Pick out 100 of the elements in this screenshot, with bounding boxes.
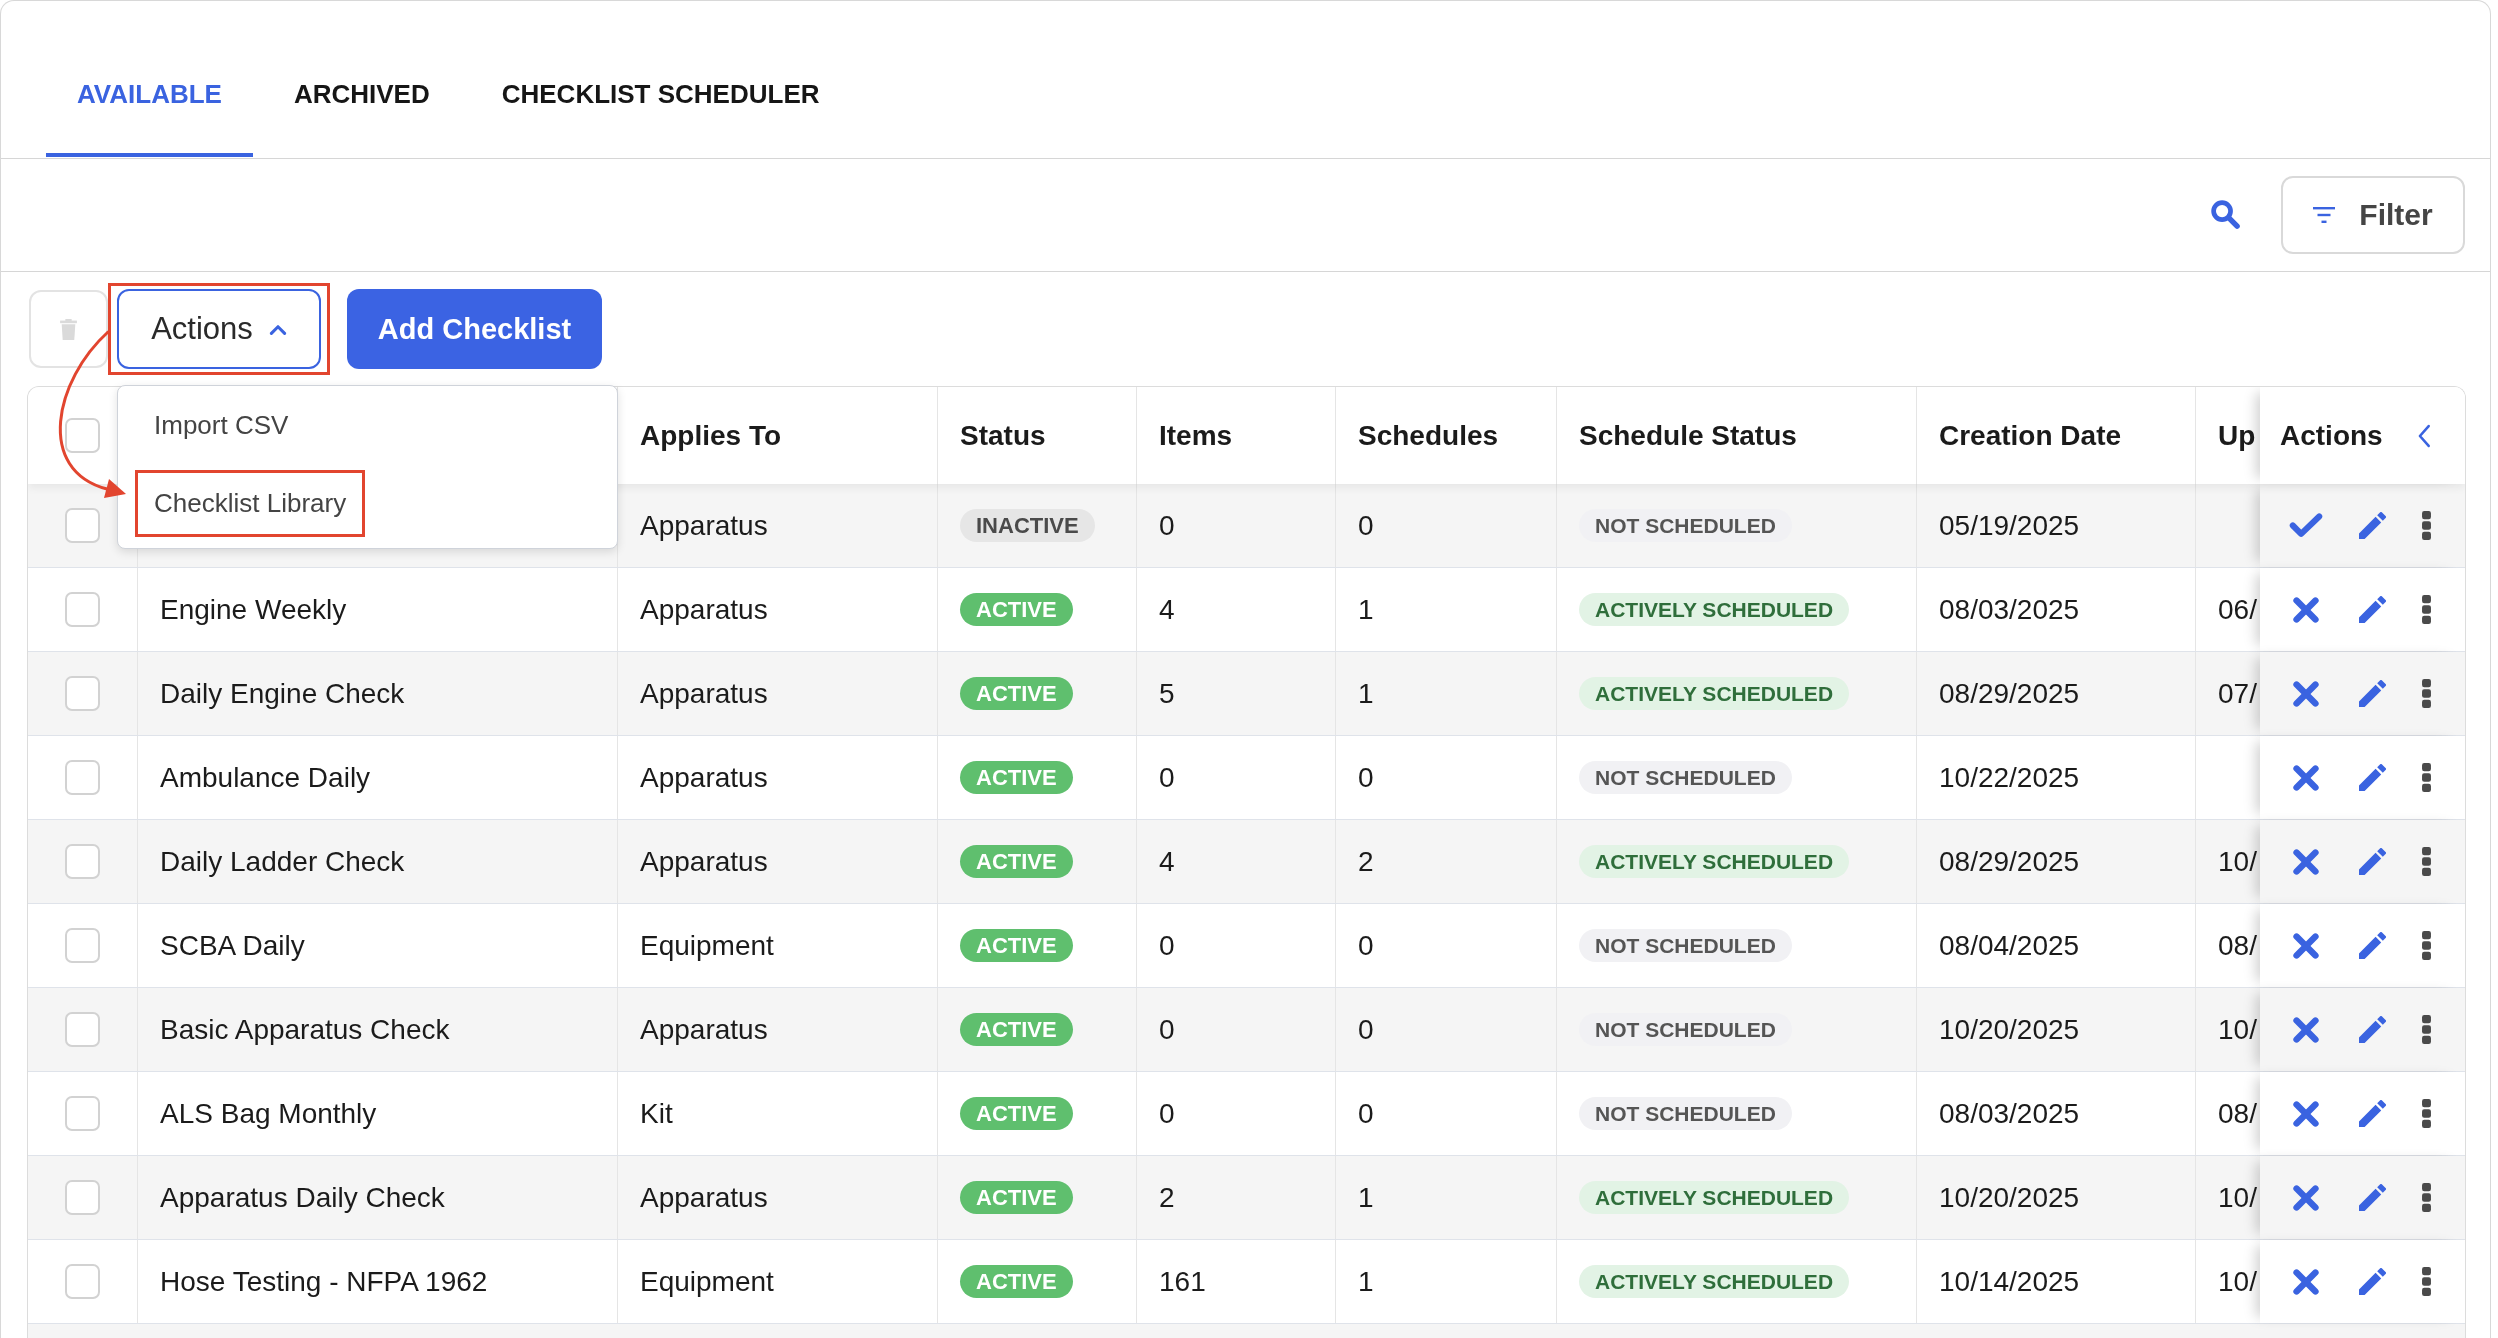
status-badge: ACTIVE xyxy=(960,845,1073,878)
row-checkbox[interactable] xyxy=(65,1012,100,1047)
schedule-status-badge: NOT SCHEDULED xyxy=(1579,1013,1792,1046)
schedule-status-badge: NOT SCHEDULED xyxy=(1579,929,1792,962)
cross-icon[interactable] xyxy=(2293,1268,2319,1295)
tab[interactable]: AVAILABLE xyxy=(46,1,253,157)
pencil-icon[interactable] xyxy=(2359,680,2386,707)
table-cell: Hose Testing - NFPA 1962 xyxy=(160,1265,488,1298)
status-badge: ACTIVE xyxy=(960,1013,1073,1046)
dots-vertical-icon[interactable] xyxy=(2422,595,2431,624)
filter-button[interactable]: Filter xyxy=(2281,176,2465,254)
row-checkbox[interactable] xyxy=(65,508,100,543)
dots-vertical-icon[interactable] xyxy=(2422,847,2431,876)
menu-item[interactable]: Import CSV xyxy=(135,392,308,459)
table-cell: Apparatus xyxy=(640,1181,768,1214)
pencil-icon[interactable] xyxy=(2359,512,2386,539)
table-cell: Kit xyxy=(640,1097,673,1130)
schedule-status-badge: ACTIVELY SCHEDULED xyxy=(1579,677,1850,710)
table-cell: Apparatus xyxy=(640,677,768,710)
cross-icon[interactable] xyxy=(2293,932,2319,959)
row-checkbox[interactable] xyxy=(65,1264,100,1299)
table-cell: 10/ xyxy=(2218,1013,2257,1046)
table-cell: 4 xyxy=(1159,845,1175,878)
cross-icon[interactable] xyxy=(2293,596,2319,623)
check-icon[interactable] xyxy=(2289,513,2323,538)
trash-icon xyxy=(60,318,77,340)
dots-vertical-icon[interactable] xyxy=(2422,511,2431,540)
row-checkbox[interactable] xyxy=(65,1096,100,1131)
tab[interactable]: CHECKLIST SCHEDULER xyxy=(470,1,851,157)
chevron-left-icon[interactable] xyxy=(2417,423,2431,448)
column-header: Up xyxy=(2218,419,2256,452)
cross-icon[interactable] xyxy=(2293,848,2319,875)
actions-button[interactable]: Actions xyxy=(117,289,321,369)
pencil-icon[interactable] xyxy=(2359,1184,2386,1211)
dots-vertical-icon[interactable] xyxy=(2422,931,2431,960)
row-checkbox[interactable] xyxy=(65,844,100,879)
status-badge: ACTIVE xyxy=(960,929,1073,962)
cross-icon[interactable] xyxy=(2293,1016,2319,1043)
status-badge: ACTIVE xyxy=(960,593,1073,626)
table-cell: 08/ xyxy=(2218,1097,2257,1130)
table-cell: 2 xyxy=(1159,1181,1175,1214)
row-checkbox[interactable] xyxy=(65,592,100,627)
cross-icon[interactable] xyxy=(2293,1184,2319,1211)
table-cell: 161 xyxy=(1159,1265,1206,1298)
table-cell: 0 xyxy=(1358,1097,1374,1130)
cross-icon[interactable] xyxy=(2293,764,2319,791)
column-header: Schedule Status xyxy=(1579,419,1797,452)
table-cell: 10/ xyxy=(2218,1181,2257,1214)
add-checklist-button[interactable]: Add Checklist xyxy=(347,289,602,369)
row-checkbox[interactable] xyxy=(65,676,100,711)
table-cell: 0 xyxy=(1358,761,1374,794)
column-header: Applies To xyxy=(640,419,782,452)
table-cell: Daily Ladder Check xyxy=(160,845,405,878)
dots-vertical-icon[interactable] xyxy=(2422,1015,2431,1044)
pencil-icon[interactable] xyxy=(2359,1100,2386,1127)
column-header: Creation Date xyxy=(1939,419,2122,452)
table-cell: 10/ xyxy=(2218,845,2257,878)
menu-item[interactable]: Checklist Library xyxy=(135,470,366,537)
table-cell: 0 xyxy=(1159,509,1175,542)
select-all-checkbox[interactable] xyxy=(65,418,100,453)
table-cell: 0 xyxy=(1358,929,1374,962)
row-checkbox[interactable] xyxy=(65,1180,100,1215)
dots-vertical-icon[interactable] xyxy=(2422,1267,2431,1296)
pencil-icon[interactable] xyxy=(2359,848,2386,875)
column-header: Items xyxy=(1159,419,1233,452)
schedule-status-badge: NOT SCHEDULED xyxy=(1579,1097,1792,1130)
schedule-status-badge: NOT SCHEDULED xyxy=(1579,509,1792,542)
tab[interactable]: ARCHIVED xyxy=(262,1,461,157)
cross-icon[interactable] xyxy=(2293,680,2319,707)
pencil-icon[interactable] xyxy=(2359,1268,2386,1295)
table-cell: 1 xyxy=(1358,1265,1374,1298)
pencil-icon[interactable] xyxy=(2359,932,2386,959)
table-cell: 1 xyxy=(1358,1181,1374,1214)
schedule-status-badge: ACTIVELY SCHEDULED xyxy=(1579,1181,1850,1214)
table-cell: 06/ xyxy=(2218,593,2257,626)
row-checkbox[interactable] xyxy=(65,928,100,963)
dots-vertical-icon[interactable] xyxy=(2422,679,2431,708)
table-cell: 10/20/2025 xyxy=(1939,1181,2080,1214)
table-cell: 2 xyxy=(1358,845,1374,878)
row-checkbox[interactable] xyxy=(65,760,100,795)
table-cell: Engine Weekly xyxy=(160,593,347,626)
table-cell: Apparatus Daily Check xyxy=(160,1181,445,1214)
dots-vertical-icon[interactable] xyxy=(2422,1099,2431,1128)
table-cell: Apparatus xyxy=(640,845,768,878)
status-badge: INACTIVE xyxy=(960,509,1095,542)
schedule-status-badge: NOT SCHEDULED xyxy=(1579,761,1792,794)
table-cell: Ambulance Daily xyxy=(160,761,371,794)
table-cell: 08/ xyxy=(2218,929,2257,962)
table-cell: ALS Bag Monthly xyxy=(160,1097,377,1130)
pencil-icon[interactable] xyxy=(2359,764,2386,791)
search-icon[interactable] xyxy=(2211,200,2241,230)
column-header: Schedules xyxy=(1358,419,1499,452)
table-cell: 1 xyxy=(1358,593,1374,626)
dots-vertical-icon[interactable] xyxy=(2422,763,2431,792)
cross-icon[interactable] xyxy=(2293,1100,2319,1127)
dots-vertical-icon[interactable] xyxy=(2422,1183,2431,1212)
pencil-icon[interactable] xyxy=(2359,1016,2386,1043)
table-cell: 05/19/2025 xyxy=(1939,509,2080,542)
table-cell: 0 xyxy=(1159,1097,1175,1130)
pencil-icon[interactable] xyxy=(2359,596,2386,623)
